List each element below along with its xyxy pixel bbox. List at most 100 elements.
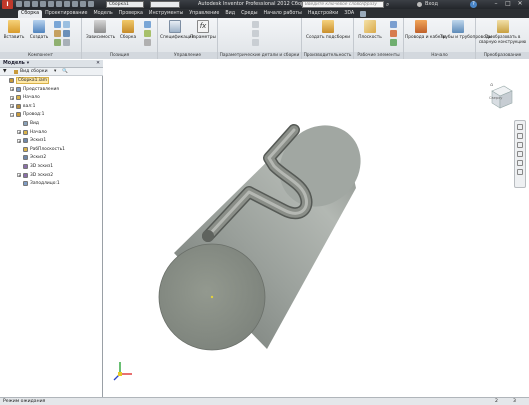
- tab-get-started[interactable]: Начало работы: [261, 10, 305, 18]
- zoom-all-icon[interactable]: [517, 169, 523, 175]
- create-button[interactable]: Создать: [28, 20, 50, 40]
- tree-node[interactable]: + вал:1: [10, 103, 35, 110]
- insert-button[interactable]: Вставить: [3, 20, 25, 40]
- table-icon[interactable]: [252, 21, 259, 28]
- update-icon[interactable]: [72, 1, 78, 7]
- bom-button[interactable]: Спецификация: [160, 20, 194, 40]
- browser-title[interactable]: Модель ▾ ✕: [0, 60, 103, 68]
- browser-close-icon[interactable]: ✕: [96, 60, 100, 68]
- pan-icon[interactable]: [517, 133, 523, 139]
- constraint-button[interactable]: Зависимость: [86, 20, 115, 40]
- app-menu-button[interactable]: I: [2, 0, 13, 9]
- assemble-button[interactable]: Сборка: [117, 20, 139, 40]
- undo-icon[interactable]: [40, 1, 46, 7]
- user-icon[interactable]: [417, 2, 422, 7]
- tree-node[interactable]: + Начало: [10, 94, 40, 101]
- tree-node[interactable]: + Начало: [17, 129, 47, 136]
- axis-icon[interactable]: [390, 21, 397, 28]
- sign-in-link[interactable]: Вход: [425, 1, 438, 8]
- close-button[interactable]: ✕: [514, 0, 526, 8]
- viewcube-home-icon[interactable]: ⌂: [490, 82, 493, 88]
- tab-model[interactable]: Модель: [90, 10, 115, 18]
- wires-cables-button[interactable]: Провода и кабели: [405, 20, 446, 40]
- wire-end[interactable]: [202, 230, 214, 242]
- grip-icon[interactable]: [63, 39, 70, 46]
- steering-wheel-icon[interactable]: [517, 124, 523, 130]
- tree-node[interactable]: Вид: [17, 120, 39, 127]
- pattern-icon[interactable]: [54, 21, 61, 28]
- tree-node[interactable]: − Провод:1: [10, 111, 44, 118]
- tubes-pipes-button[interactable]: Трубы и трубопроводы: [440, 20, 492, 40]
- convert-welded-button[interactable]: Преобразовать в сварную конструкцию: [477, 20, 528, 44]
- parameters-button[interactable]: fx Параметры: [189, 20, 217, 40]
- assembly-view-icon: [14, 70, 18, 74]
- create-subassembly-button[interactable]: Создать подсборки: [306, 20, 350, 40]
- look-at-icon[interactable]: [517, 160, 523, 166]
- mirror-icon[interactable]: [54, 30, 61, 37]
- view-dropdown-icon[interactable]: ▾: [54, 68, 56, 76]
- ucs-icon[interactable]: [390, 39, 397, 46]
- viewcube[interactable]: Сверху ⌂: [486, 82, 516, 112]
- navigation-bar: [514, 120, 526, 188]
- graphics-window[interactable]: Сверху ⌂: [104, 60, 529, 397]
- tree-node[interactable]: + Эскиз1: [17, 137, 46, 144]
- zoom-icon[interactable]: [517, 142, 523, 148]
- ribbon-toggle-icon[interactable]: [360, 11, 367, 17]
- tab-view[interactable]: Вид: [222, 10, 238, 18]
- material-selector[interactable]: [150, 1, 180, 8]
- tree-expander-icon[interactable]: +: [17, 173, 21, 178]
- copy-icon[interactable]: [63, 21, 70, 28]
- search-input[interactable]: Введите ключевое слово/фразу: [302, 1, 384, 8]
- document-selector[interactable]: Сборка1: [106, 1, 144, 8]
- tree-node[interactable]: 3D эскиз1: [17, 163, 53, 170]
- tab-environments[interactable]: Среды: [238, 10, 260, 18]
- new-icon[interactable]: [16, 1, 22, 7]
- drive-icon[interactable]: [144, 39, 151, 46]
- tree-node[interactable]: +3D эскиз2: [17, 172, 53, 179]
- minimize-button[interactable]: –: [490, 0, 502, 8]
- shaft-body[interactable]: [158, 109, 377, 351]
- tree-expander-icon[interactable]: +: [10, 87, 14, 92]
- plane-button[interactable]: Плоскость: [357, 20, 383, 40]
- orbit-icon[interactable]: [517, 151, 523, 157]
- shrinkwrap-icon[interactable]: [54, 39, 61, 46]
- replace-icon[interactable]: [63, 30, 70, 37]
- filter-icon[interactable]: ▼: [3, 68, 7, 76]
- tab-add-ins[interactable]: Надстройки: [305, 10, 341, 18]
- tree-expander-icon[interactable]: +: [10, 95, 14, 100]
- tab-design[interactable]: Проектирование: [42, 10, 90, 18]
- tree-node[interactable]: + Представления: [10, 86, 59, 93]
- select-icon[interactable]: [64, 1, 70, 7]
- tree-node-icon: [16, 95, 21, 101]
- tree-node[interactable]: Заподлицо:1: [17, 180, 60, 187]
- properties-icon[interactable]: [80, 1, 86, 7]
- browser-menu-icon[interactable]: ▾: [27, 61, 29, 66]
- tree-expander-icon[interactable]: +: [17, 130, 21, 135]
- tree-node[interactable]: Сборка1.iam: [3, 77, 49, 84]
- redo-icon[interactable]: [48, 1, 54, 7]
- open-icon[interactable]: [24, 1, 30, 7]
- home-icon[interactable]: [56, 1, 62, 7]
- maximize-button[interactable]: □: [502, 0, 514, 8]
- factory-icon[interactable]: [252, 30, 259, 37]
- member-icon[interactable]: [252, 39, 259, 46]
- save-icon[interactable]: [32, 1, 38, 7]
- measure-icon[interactable]: [88, 1, 94, 7]
- tree-expander-icon[interactable]: +: [10, 104, 14, 109]
- tab-assembly[interactable]: Сборка: [18, 10, 43, 18]
- tab-tools[interactable]: Инструменты: [146, 10, 186, 18]
- help-icon[interactable]: ?: [470, 1, 477, 8]
- search-icon[interactable]: ⌕: [386, 1, 393, 8]
- tree-node[interactable]: Эскиз2: [17, 154, 46, 161]
- tree-expander-icon[interactable]: +: [17, 138, 21, 143]
- tree-expander-icon[interactable]: −: [10, 112, 14, 117]
- find-icon[interactable]: 🔍: [62, 68, 68, 76]
- tab-3da[interactable]: 3DA: [341, 10, 357, 18]
- move-icon[interactable]: [144, 21, 151, 28]
- tab-manage[interactable]: Управление: [186, 10, 222, 18]
- point-icon[interactable]: [390, 30, 397, 37]
- tab-inspect[interactable]: Проверка: [116, 10, 146, 18]
- rotate-icon[interactable]: [144, 30, 151, 37]
- tree-node[interactable]: РабПлоскость1: [17, 146, 65, 153]
- view-mode-select[interactable]: Вид сборки: [20, 68, 48, 76]
